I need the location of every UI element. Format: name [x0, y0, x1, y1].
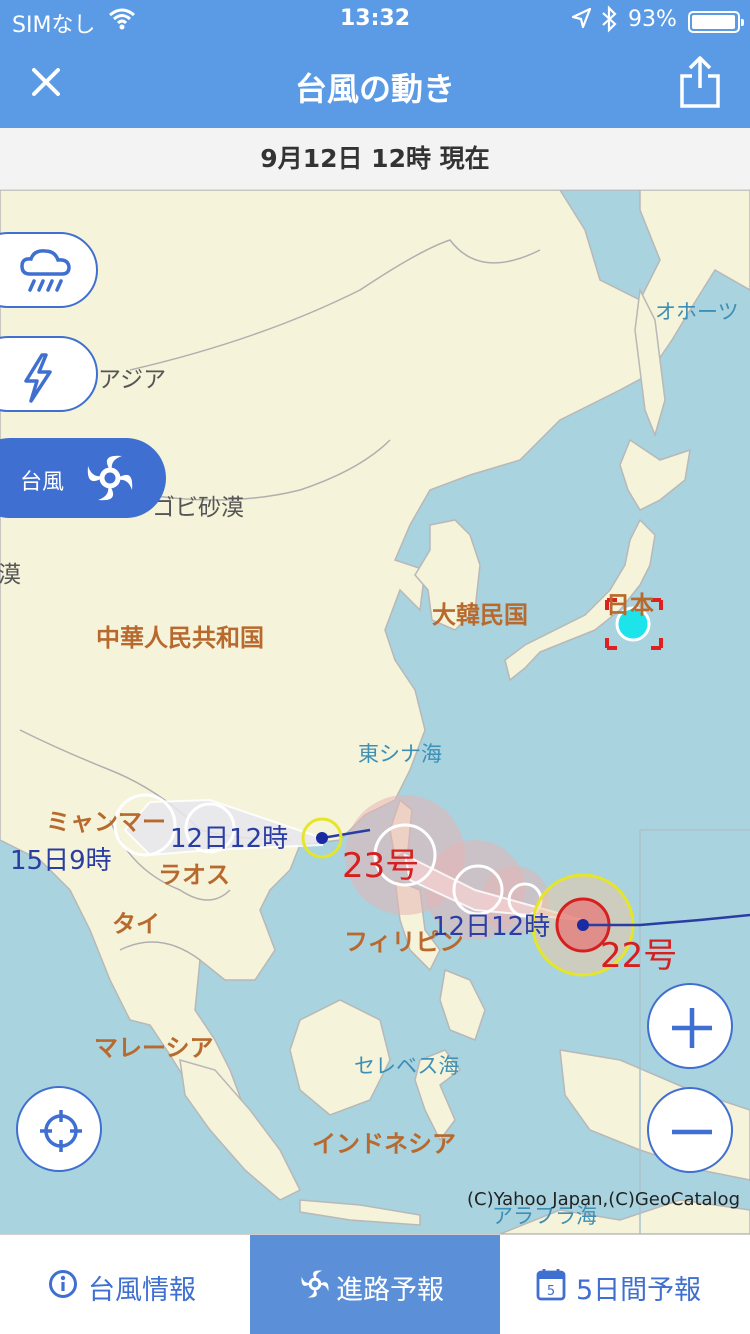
minus-icon — [672, 1129, 712, 1135]
calendar-icon: 5 — [536, 1269, 566, 1301]
typhoon-23-current-time: 12日12時 — [170, 824, 289, 854]
typhoon-23-forecast-time: 15日9時 — [10, 846, 112, 876]
land-sumatra — [179, 1058, 302, 1201]
label-malaysia: マレーシア — [94, 1034, 214, 1062]
typhoon-layer-label: 台風 — [20, 470, 65, 495]
status-bar: SIMなし 13:32 93% — [0, 0, 750, 40]
rain-cloud-icon — [20, 249, 71, 292]
battery-icon — [688, 11, 744, 33]
lightning-icon — [24, 353, 52, 403]
label-indonesia: インドネシア — [312, 1130, 456, 1158]
nav-bar: 台風の動き — [0, 40, 750, 128]
share-icon[interactable] — [676, 54, 724, 110]
typhoon-map[interactable]: オホーツ アジア ゴビ砂漠 漠 大韓民国 日本 中華人民共和国 東シナ海 ミャン… — [0, 190, 750, 1234]
tab-five-day-forecast[interactable]: 5 5日間予報 — [500, 1235, 750, 1334]
recenter-location-button[interactable] — [16, 1086, 102, 1172]
typhoon-layer-button[interactable]: 台風 — [0, 438, 166, 518]
tab-five-day-forecast-label: 5日間予報 — [576, 1275, 702, 1306]
svg-text:5: 5 — [547, 1284, 555, 1299]
tab-typhoon-info[interactable]: 台風情報 — [0, 1235, 250, 1334]
zoom-out-button[interactable] — [647, 1087, 733, 1173]
label-japan: 日本 — [606, 591, 654, 619]
tab-track-forecast[interactable]: 進路予報 — [250, 1235, 500, 1334]
typhoon-icon — [87, 455, 133, 501]
label-asia: アジア — [98, 367, 167, 393]
tab-track-forecast-label: 進路予報 — [336, 1275, 444, 1306]
typhoon-23-name[interactable]: 23号 — [342, 838, 419, 887]
label-celebes-sea: セレベス海 — [354, 1054, 460, 1078]
label-laos: ラオス — [158, 861, 230, 889]
rain-layer-button[interactable] — [0, 232, 98, 308]
location-arrow-icon — [571, 7, 592, 29]
info-icon — [49, 1270, 77, 1298]
label-thailand: タイ — [112, 910, 160, 938]
typhoon-icon — [301, 1270, 329, 1298]
typhoon-22-name[interactable]: 22号 — [600, 928, 677, 977]
crosshair-icon — [40, 1110, 82, 1152]
land-java — [299, 1199, 421, 1226]
bluetooth-icon — [602, 5, 617, 33]
label-myanmar: ミャンマー — [46, 808, 166, 836]
zoom-in-button[interactable] — [647, 983, 733, 1069]
label-korea: 大韓民国 — [432, 601, 528, 629]
label-desert-edge: 漠 — [0, 562, 21, 588]
label-okhotsk: オホーツ — [655, 300, 739, 324]
land-hokkaido — [619, 438, 691, 511]
label-east-china-sea: 東シナ海 — [358, 742, 442, 766]
bottom-tab-bar: 台風情報 進路予報 5 5日間予報 — [0, 1234, 750, 1334]
tab-typhoon-info-label: 台風情報 — [88, 1275, 196, 1306]
label-gobi: ゴビ砂漠 — [152, 495, 244, 521]
map-copyright: (C)Yahoo Japan,(C)GeoCatalog — [466, 1189, 740, 1210]
current-time-bar: 9月12日 12時 現在 — [0, 128, 750, 190]
lightning-layer-button[interactable] — [0, 336, 98, 412]
plus-icon — [672, 1008, 712, 1048]
label-china: 中華人民共和国 — [96, 624, 264, 652]
typhoon-22-current-time: 12日12時 — [432, 912, 551, 942]
battery-percent: 93% — [628, 7, 677, 32]
page-title: 台風の動き — [294, 70, 455, 108]
top-bar: SIMなし 13:32 93% 台風の動き — [0, 0, 750, 128]
